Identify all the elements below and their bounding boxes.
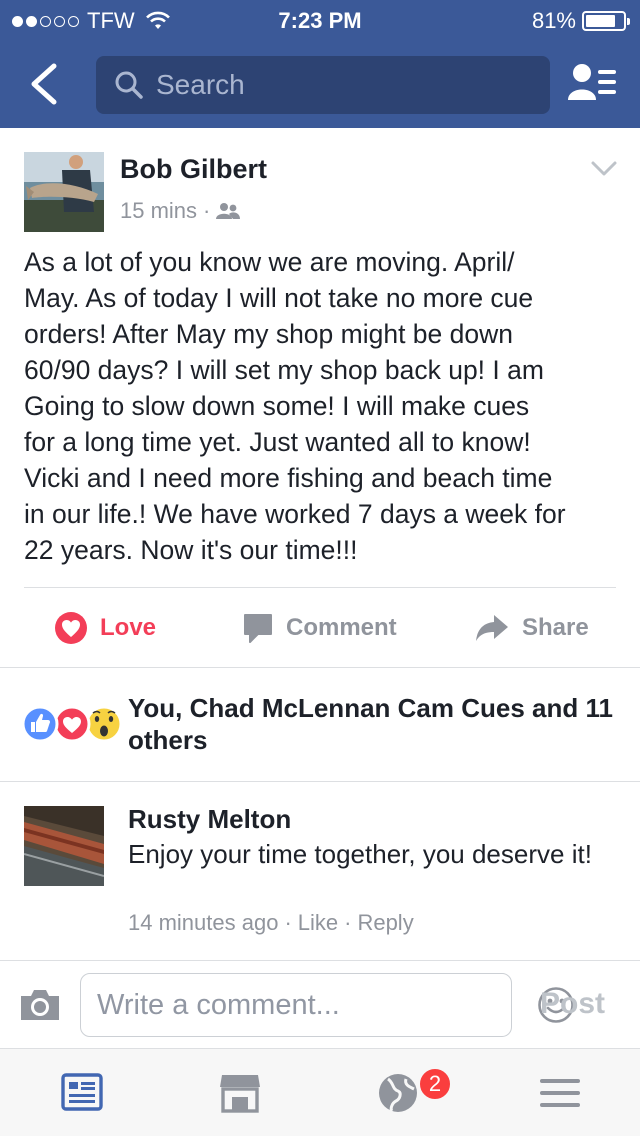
comment-button[interactable]: Comment bbox=[242, 604, 397, 652]
comment-composer: Write a comment... Post bbox=[0, 960, 640, 1048]
notifications-badge: 2 bbox=[418, 1067, 452, 1101]
wow-icon bbox=[85, 705, 123, 743]
friends-audience-icon bbox=[216, 203, 241, 219]
battery-percent: 81% bbox=[531, 8, 576, 33]
news-feed-icon[interactable] bbox=[60, 1071, 104, 1115]
divider bbox=[0, 667, 640, 668]
divider bbox=[24, 587, 616, 588]
top-bar: TFW 7:23 PM 81% Search bbox=[0, 0, 640, 128]
search-placeholder: Search bbox=[156, 69, 245, 100]
comment-like-link[interactable]: Like bbox=[298, 910, 338, 936]
post-time[interactable]: 15 mins bbox=[120, 198, 197, 224]
bottom-tab-bar: 2 bbox=[0, 1048, 640, 1136]
share-label: Share bbox=[522, 614, 589, 641]
commenter-avatar[interactable] bbox=[24, 806, 104, 886]
comment-time: 14 minutes ago bbox=[128, 910, 279, 935]
post-text: As a lot of you know we are moving. Apri… bbox=[24, 247, 566, 565]
love-label: Love bbox=[100, 614, 157, 641]
menu-icon[interactable] bbox=[538, 1071, 582, 1115]
meta-separator: · bbox=[344, 910, 352, 935]
comment-text: Enjoy your time together, you deserve it… bbox=[128, 839, 592, 869]
marketplace-icon[interactable] bbox=[218, 1071, 262, 1115]
comment-meta: 14 minutes ago · Like · Reply bbox=[128, 910, 414, 936]
comment-icon bbox=[244, 614, 272, 643]
notifications-globe-icon[interactable] bbox=[376, 1071, 420, 1115]
comment-reply-link[interactable]: Reply bbox=[357, 910, 413, 936]
share-icon bbox=[476, 615, 508, 641]
search-input[interactable]: Search bbox=[96, 56, 550, 114]
post-comment-button[interactable]: Post bbox=[540, 987, 605, 1021]
love-button[interactable]: Love bbox=[54, 604, 156, 652]
friend-requests-icon[interactable] bbox=[568, 62, 618, 104]
divider bbox=[0, 781, 640, 782]
love-reaction-icon bbox=[53, 705, 91, 743]
author-avatar[interactable] bbox=[24, 152, 104, 232]
post-actions: Love Comment Share bbox=[0, 604, 640, 652]
back-arrow-icon[interactable] bbox=[26, 62, 62, 106]
like-reaction-icon bbox=[22, 705, 59, 743]
love-icon bbox=[55, 612, 87, 644]
post-author-name[interactable]: Bob Gilbert bbox=[120, 154, 267, 185]
battery-area: 81% bbox=[531, 8, 630, 34]
reaction-icons[interactable] bbox=[22, 704, 126, 744]
battery-icon bbox=[582, 11, 630, 31]
chevron-down-icon[interactable] bbox=[590, 160, 618, 178]
post-meta: 15 mins · bbox=[120, 198, 241, 224]
meta-separator: · bbox=[203, 198, 211, 223]
commenter-name[interactable]: Rusty Melton bbox=[128, 804, 291, 835]
comment-input[interactable]: Write a comment... bbox=[80, 973, 574, 1037]
meta-separator: · bbox=[284, 910, 292, 935]
comment-placeholder: Write a comment... bbox=[97, 988, 340, 1021]
camera-icon[interactable] bbox=[18, 987, 62, 1023]
share-button[interactable]: Share bbox=[474, 604, 589, 652]
status-bar: TFW 7:23 PM 81% bbox=[0, 0, 640, 40]
search-icon bbox=[115, 71, 143, 99]
reactions-summary[interactable]: You, Chad McLennan Cam Cues and 11 other… bbox=[128, 692, 624, 756]
comment-label: Comment bbox=[286, 614, 397, 641]
